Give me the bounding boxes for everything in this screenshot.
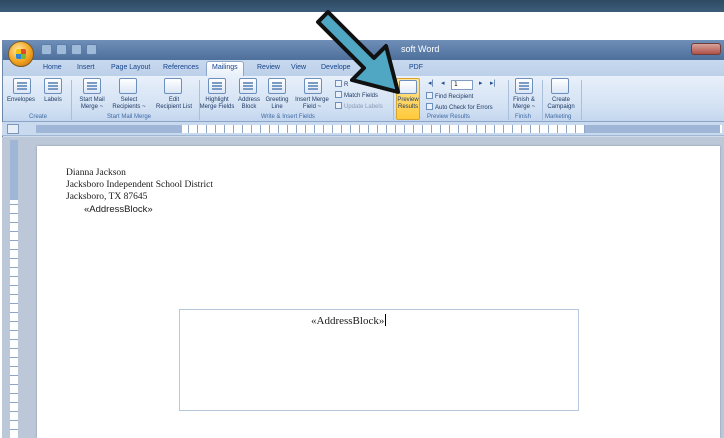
save-icon[interactable] [41,44,52,55]
address-block-icon[interactable] [239,78,257,94]
find-recipient-button[interactable]: Find Recipient [426,92,473,101]
last-record-icon[interactable]: ▸| [490,79,496,87]
quick-access-toolbar [41,44,97,55]
previous-record-icon[interactable]: ◂ [441,79,445,87]
select-recipients-button[interactable]: Select Recipients ~ [107,97,151,111]
auto-check-icon [426,103,433,110]
tab-page-layout[interactable]: Page Layout [111,62,150,74]
text-cursor [385,314,387,326]
group-caption-finish: Finish [515,114,532,120]
auto-check-errors-button[interactable]: Auto Check for Errors [426,103,493,112]
group-caption-preview-results: Preview Results [427,114,471,120]
highlight-merge-fields-button[interactable]: Highlight Merge Fields [197,97,237,111]
annotation-arrow-icon [316,10,400,94]
window-controls[interactable] [691,43,721,55]
ribbon-separator [581,80,582,120]
greeting-line-icon[interactable] [268,78,286,94]
tab-insert[interactable]: Insert [77,62,95,74]
envelopes-button[interactable]: Envelopes [3,97,39,104]
ruler-right-margin [585,125,720,133]
labels-icon[interactable] [44,78,62,94]
vertical-ruler-margin [10,140,18,200]
print-icon[interactable] [86,44,97,55]
create-campaign-button[interactable]: Create Campaign [543,97,579,111]
create-campaign-icon[interactable] [551,78,569,94]
office-button[interactable] [8,41,34,67]
group-caption-start-mail-merge: Start Mail Merge [107,114,152,120]
tab-selector[interactable] [7,124,19,134]
highlight-merge-fields-icon[interactable] [208,78,226,94]
auto-check-label: Auto Check for Errors [435,105,493,111]
address-block-button[interactable]: Address Block [235,97,263,111]
find-recipient-icon [426,92,433,99]
finish-merge-button[interactable]: Finish & Merge ~ [508,97,540,111]
return-address-block-field[interactable]: «AddressBlock» [84,204,153,215]
return-city: Jacksboro, TX 87645 [66,192,148,202]
delivery-address-text: «AddressBlock» [311,315,385,327]
tab-references[interactable]: References [163,62,199,74]
group-caption-marketing: Marketing [545,114,572,120]
tab-view[interactable]: View [291,62,306,74]
return-name: Dianna Jackson [66,168,126,178]
greeting-line-button[interactable]: Greeting Line [262,97,292,111]
finish-merge-icon[interactable] [515,78,533,94]
tab-review[interactable]: Review [257,62,280,74]
tab-home[interactable]: Home [43,62,62,74]
select-recipients-icon[interactable] [119,78,137,94]
labels-button[interactable]: Labels [39,97,67,104]
find-recipient-label: Find Recipient [435,94,474,100]
undo-icon[interactable] [56,44,67,55]
group-caption-create: Create [29,114,48,120]
first-record-icon[interactable]: ◂| [428,79,434,87]
record-number-input[interactable]: 1 [451,80,473,90]
return-organization: Jacksboro Independent School District [66,180,213,190]
start-mail-merge-button[interactable]: Start Mail Merge ~ [73,97,111,111]
redo-icon[interactable] [71,44,82,55]
ribbon-separator [71,80,72,120]
tab-mailings[interactable]: Mailings [206,61,244,76]
start-mail-merge-icon[interactable] [83,78,101,94]
edit-recipient-list-icon[interactable] [164,78,182,94]
envelopes-icon[interactable] [13,78,31,94]
ruler-left-margin [36,125,182,133]
slide-stage: soft Word Home Insert Page Layout Refere… [0,0,724,438]
group-caption-write-insert: Write & Insert Fields [261,114,315,120]
delivery-address-field[interactable]: «AddressBlock» [311,314,387,327]
edit-recipient-list-button[interactable]: Edit Recipient List [150,97,198,111]
next-record-icon[interactable]: ▸ [479,79,483,87]
